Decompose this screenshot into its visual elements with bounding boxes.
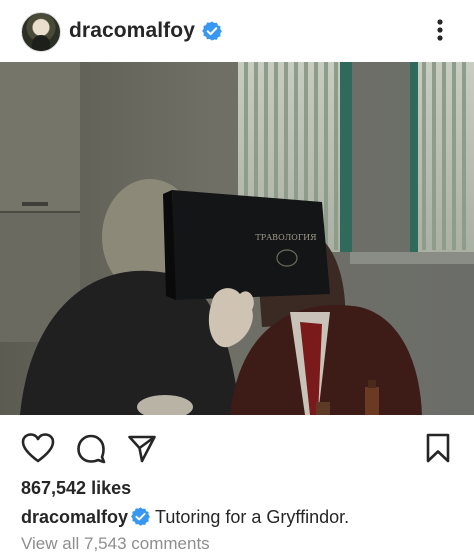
caption-text: Tutoring for a Gryffindor.: [155, 507, 350, 527]
post-header: dracomalfoy: [0, 0, 474, 62]
caption: dracomalfoy Tutoring for a Gryffindor.: [21, 506, 349, 528]
post-photo-image: ТРАВОЛОГИЯ: [0, 62, 474, 415]
send-icon[interactable]: [127, 432, 157, 464]
comment-icon[interactable]: [76, 432, 106, 464]
heart-icon[interactable]: [21, 432, 55, 464]
profile-avatar[interactable]: [21, 12, 61, 52]
view-comments-link[interactable]: View all 7,543 comments: [21, 534, 210, 554]
book-title: ТРАВОЛОГИЯ: [255, 233, 317, 242]
bookmark-icon[interactable]: [425, 432, 451, 464]
likes-count[interactable]: 867,542 likes: [21, 478, 131, 499]
verified-badge-icon: [202, 21, 222, 41]
post-username[interactable]: dracomalfoy: [69, 19, 195, 43]
more-options-icon[interactable]: [430, 16, 450, 44]
caption-username[interactable]: dracomalfoy: [21, 507, 128, 527]
post-actions: [0, 415, 474, 477]
verified-badge-icon: [131, 507, 150, 526]
post-photo[interactable]: ТРАВОЛОГИЯ: [0, 62, 474, 415]
